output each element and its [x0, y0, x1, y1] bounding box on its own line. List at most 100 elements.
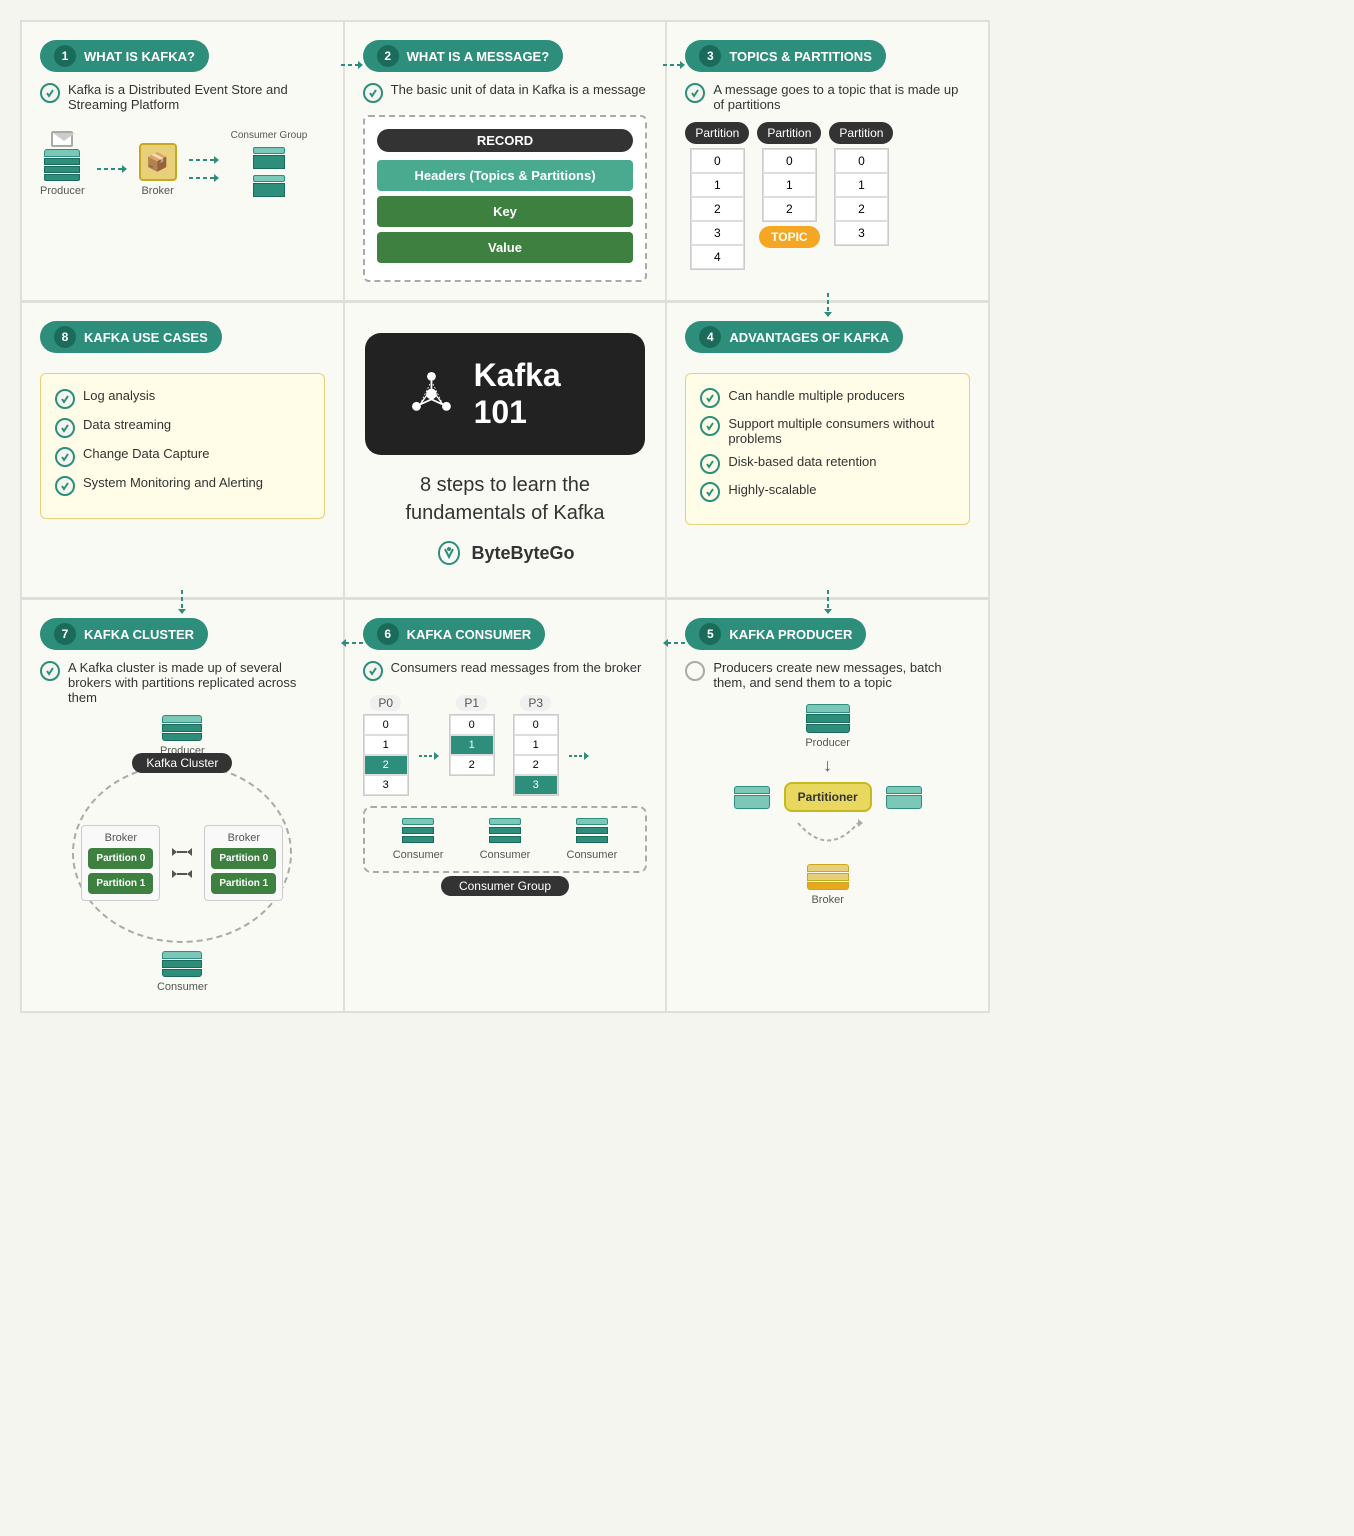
- s8-check-4: [55, 476, 75, 496]
- s8-item-3-label: Change Data Capture: [83, 446, 209, 461]
- s3-desc: A message goes to a topic that is made u…: [713, 82, 970, 112]
- s6-desc-item: Consumers read messages from the broker: [363, 660, 648, 681]
- s8-item-4-label: System Monitoring and Alerting: [83, 475, 263, 490]
- broker-label: Broker: [141, 185, 173, 197]
- s7-broker-2-label: Broker: [211, 832, 276, 844]
- s2-badge: 2 WHAT IS A MESSAGE?: [363, 40, 564, 72]
- s4-check-3: [700, 454, 720, 474]
- s3-title: TOPICS & PARTITIONS: [729, 49, 872, 64]
- s7-partition-1-2: Partition 1: [211, 873, 276, 894]
- s5-producer-label: Producer: [805, 737, 850, 749]
- s4-title: ADVANTAGES OF KAFKA: [729, 330, 889, 345]
- partition-3-table: 0 1 2 3: [834, 148, 889, 246]
- partition-1-header: Partition: [685, 122, 749, 144]
- section-1: 1 WHAT IS KAFKA? Kafka is a Distributed …: [21, 21, 344, 301]
- p1-col: P1 0 1 2: [449, 695, 495, 796]
- partition-group: P0 0 1 2 3 P1: [363, 695, 648, 796]
- consumer-3-label: Consumer: [567, 849, 618, 861]
- headers-row: Headers (Topics & Partitions): [377, 160, 634, 191]
- s5-broker-label: Broker: [811, 894, 843, 906]
- s6-title: KAFKA CONSUMER: [407, 627, 531, 642]
- s6-desc: Consumers read messages from the broker: [391, 660, 642, 675]
- value-row: Value: [377, 232, 634, 263]
- s4-item-4-label: Highly-scalable: [728, 482, 816, 497]
- p1-label: P1: [456, 695, 487, 711]
- s4-advantages: Can handle multiple producers Support mu…: [685, 373, 970, 525]
- consumer-diagram: P0 0 1 2 3 P1: [363, 695, 648, 895]
- s4-item-1-label: Can handle multiple producers: [728, 388, 904, 403]
- s4-badge: 4 ADVANTAGES OF KAFKA: [685, 321, 903, 353]
- section-7: 7 KAFKA CLUSTER A Kafka cluster is made …: [21, 599, 344, 1012]
- cg-label-top: Consumer Group: [231, 130, 308, 141]
- s7-desc-item: A Kafka cluster is made up of several br…: [40, 660, 325, 705]
- consumer-3: Consumer: [567, 818, 618, 861]
- s7-check: [40, 661, 60, 681]
- brand-icon: [435, 539, 463, 567]
- s2-title: WHAT IS A MESSAGE?: [407, 49, 550, 64]
- s1-desc-item: Kafka is a Distributed Event Store and S…: [40, 82, 325, 112]
- kafka-title: Kafka 101: [474, 357, 606, 431]
- p0-table: 0 1 2 3: [363, 714, 409, 796]
- s1-title: WHAT IS KAFKA?: [84, 49, 195, 64]
- partitioner-badge: Partitioner: [784, 782, 872, 812]
- s4-check-4: [700, 482, 720, 502]
- consumer-group-box: Consumer Consumer Consumer: [363, 806, 648, 873]
- s8-item-1: Log analysis: [55, 388, 310, 409]
- s8-item-4: System Monitoring and Alerting: [55, 475, 310, 496]
- s8-item-2-label: Data streaming: [83, 417, 171, 432]
- consumer-group-label: Consumer Group: [441, 876, 569, 896]
- s5-title: KAFKA PRODUCER: [729, 627, 852, 642]
- s2-num: 2: [377, 45, 399, 67]
- s5-badge: 5 KAFKA PRODUCER: [685, 618, 866, 650]
- partition-1: Partition 0 1 2 3 4: [685, 122, 749, 270]
- s7-partition-0-1: Partition 0: [88, 848, 153, 869]
- kafka-logo-icon: [405, 364, 458, 424]
- s5-check: [685, 661, 705, 681]
- s2-desc: The basic unit of data in Kafka is a mes…: [391, 82, 646, 97]
- s6-num: 6: [377, 623, 399, 645]
- s1-desc: Kafka is a Distributed Event Store and S…: [68, 82, 325, 112]
- s7-broker-1-label: Broker: [88, 832, 153, 844]
- section-8: 8 KAFKA USE CASES Log analysis Data stre…: [21, 302, 344, 598]
- consumer-2: Consumer: [480, 818, 531, 861]
- consumer-1-label: Consumer: [393, 849, 444, 861]
- s5-num: 5: [699, 623, 721, 645]
- s8-use-cases: Log analysis Data streaming Change Data …: [40, 373, 325, 519]
- s4-item-4: Highly-scalable: [700, 482, 955, 502]
- s4-check-2: [700, 416, 720, 436]
- partition-2: Partition 0 1 2 TOPIC: [757, 122, 821, 270]
- s2-check: [363, 83, 383, 103]
- partition-1-table: 0 1 2 3 4: [690, 148, 745, 270]
- s7-partition-1-1: Partition 1: [88, 873, 153, 894]
- s4-item-3-label: Disk-based data retention: [728, 454, 876, 469]
- brand-name: ByteByteGo: [471, 543, 574, 564]
- s5-desc: Producers create new messages, batch the…: [713, 660, 970, 690]
- s3-check: [685, 83, 705, 103]
- producer-label: Producer: [40, 185, 85, 197]
- kafka-cluster-label: Kafka Cluster: [132, 753, 232, 773]
- s5-desc-item: Producers create new messages, batch the…: [685, 660, 970, 690]
- s3-badge: 3 TOPICS & PARTITIONS: [685, 40, 886, 72]
- s3-desc-item: A message goes to a topic that is made u…: [685, 82, 970, 112]
- s2-desc-item: The basic unit of data in Kafka is a mes…: [363, 82, 648, 103]
- s4-item-2: Support multiple consumers without probl…: [700, 416, 955, 446]
- section-4: 4 ADVANTAGES OF KAFKA Can handle multipl…: [666, 302, 989, 598]
- center-section: Kafka 101 8 steps to learn thefundamenta…: [344, 302, 667, 598]
- s4-item-3: Disk-based data retention: [700, 454, 955, 474]
- s8-title: KAFKA USE CASES: [84, 330, 208, 345]
- s7-badge: 7 KAFKA CLUSTER: [40, 618, 208, 650]
- s8-item-1-label: Log analysis: [83, 388, 155, 403]
- s7-title: KAFKA CLUSTER: [84, 627, 194, 642]
- s1-num: 1: [54, 45, 76, 67]
- consumer-2-label: Consumer: [480, 849, 531, 861]
- s7-desc: A Kafka cluster is made up of several br…: [68, 660, 325, 705]
- p0-label: P0: [370, 695, 401, 711]
- s7-num: 7: [54, 623, 76, 645]
- s4-num: 4: [699, 326, 721, 348]
- partition-3: Partition 0 1 2 3: [829, 122, 893, 270]
- section-3: 3 TOPICS & PARTITIONS A message goes to …: [666, 21, 989, 301]
- brand: ByteByteGo: [435, 539, 574, 567]
- s6-badge: 6 KAFKA CONSUMER: [363, 618, 545, 650]
- s8-check-2: [55, 418, 75, 438]
- key-row: Key: [377, 196, 634, 227]
